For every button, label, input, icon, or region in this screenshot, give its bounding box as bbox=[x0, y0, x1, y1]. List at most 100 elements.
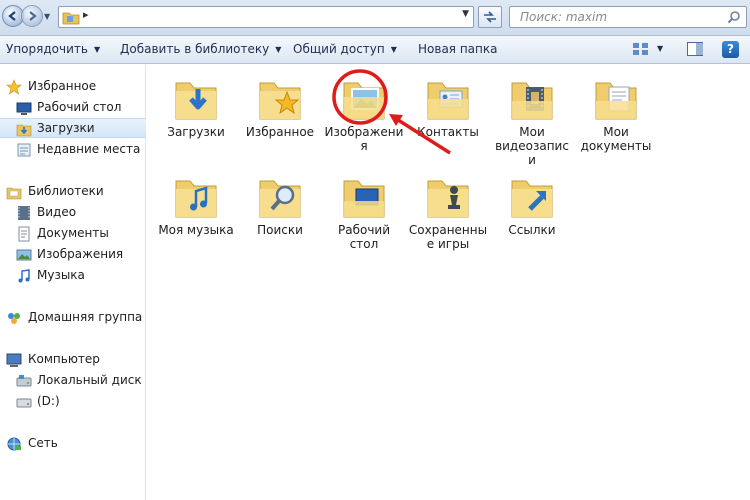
folder-label: Моя музыка bbox=[158, 223, 234, 237]
sidebar-item-music[interactable]: Музыка bbox=[0, 266, 146, 286]
folder-label: Рабочий стол bbox=[337, 223, 391, 251]
sidebar-item-downloads[interactable]: Загрузки bbox=[0, 118, 146, 138]
folder-item-links[interactable]: Ссылки bbox=[492, 173, 572, 237]
sidebar-item-label: Библиотеки bbox=[28, 184, 104, 198]
libraries-icon bbox=[6, 187, 22, 200]
folder-item-desktop[interactable]: Рабочий стол bbox=[324, 173, 404, 251]
sidebar-item-homegroup[interactable]: Домашняя группа bbox=[0, 308, 146, 328]
sidebar-item-label: Избранное bbox=[28, 79, 97, 93]
desktop-folder-icon bbox=[343, 180, 385, 218]
sidebar-item-drive-d[interactable]: (D:) bbox=[0, 392, 146, 412]
back-arrow-icon bbox=[8, 11, 16, 21]
share-label: Общий доступ bbox=[293, 42, 385, 56]
folder-label: Поиски bbox=[257, 223, 303, 237]
sidebar-item-network[interactable]: Сеть bbox=[0, 434, 146, 454]
path-separator-icon[interactable]: ▸ bbox=[83, 8, 89, 21]
network-icon bbox=[7, 437, 21, 451]
sidebar-item-pictures[interactable]: Изображения bbox=[0, 245, 146, 265]
sidebar-item-local-disk[interactable]: Локальный диск (C bbox=[0, 371, 146, 391]
sidebar-item-documents[interactable]: Документы bbox=[0, 224, 146, 244]
star-icon bbox=[6, 79, 22, 95]
forward-button[interactable] bbox=[21, 5, 43, 27]
folder-item-saved-games[interactable]: Сохраненные игры bbox=[408, 173, 488, 251]
searches-folder-icon bbox=[259, 180, 301, 218]
organize-label: Упорядочить bbox=[6, 42, 88, 56]
folder-item-documents[interactable]: Мои документы bbox=[576, 75, 656, 153]
search-input[interactable] bbox=[520, 10, 720, 24]
folder-label: Ссылки bbox=[508, 223, 556, 237]
view-options-dropdown[interactable]: ▼ bbox=[657, 44, 663, 53]
local-disk-icon bbox=[16, 375, 32, 387]
command-toolbar: Упорядочить ▼ Добавить в библиотеку ▼ Общи… bbox=[0, 36, 750, 64]
folder-label: Сохраненные игры bbox=[408, 223, 488, 251]
recent-pages-dropdown[interactable]: ▼ bbox=[44, 12, 50, 21]
folder-label: Мои видеозаписи bbox=[495, 125, 569, 167]
favorites-folder-icon bbox=[259, 82, 301, 120]
pictures-icon bbox=[16, 249, 32, 261]
folder-item-music[interactable]: Моя музыка bbox=[156, 173, 236, 237]
sidebar-item-label: Сеть bbox=[28, 436, 58, 450]
new-folder-button[interactable]: Новая папка bbox=[418, 42, 497, 56]
documents-icon bbox=[18, 226, 30, 242]
sidebar-item-label: Домашняя группа bbox=[28, 310, 143, 324]
file-list-area: Загрузки Избранное Изображения Контакты … bbox=[147, 65, 750, 500]
music-icon bbox=[18, 269, 30, 283]
chevron-down-icon: ▼ bbox=[390, 45, 397, 54]
folder-label: Изображения bbox=[324, 125, 404, 153]
sidebar-item-label: Локальный диск (C bbox=[37, 373, 146, 387]
folder-icon bbox=[62, 12, 80, 25]
refresh-icon bbox=[484, 11, 496, 23]
sidebar-item-label: Изображения bbox=[37, 247, 124, 261]
recent-places-icon bbox=[17, 143, 31, 157]
downloads-folder-icon bbox=[175, 82, 217, 120]
folder-label: Мои документы bbox=[580, 125, 652, 153]
add-to-library-label: Добавить в библиотеку bbox=[120, 42, 270, 56]
computer-icon bbox=[6, 353, 22, 367]
sidebar-item-label: Компьютер bbox=[28, 352, 100, 366]
documents-folder-icon bbox=[595, 82, 637, 120]
change-view-icon[interactable] bbox=[632, 42, 650, 57]
sidebar-item-libraries[interactable]: Библиотеки bbox=[0, 182, 146, 202]
folder-item-searches[interactable]: Поиски bbox=[240, 173, 320, 237]
sidebar-item-label: Рабочий стол bbox=[37, 100, 122, 114]
videos-folder-icon bbox=[511, 82, 553, 120]
path-dropdown[interactable]: ▼ bbox=[462, 9, 469, 19]
video-icon bbox=[18, 206, 30, 220]
organize-menu-button[interactable]: Упорядочить ▼ bbox=[6, 42, 100, 56]
folder-item-pictures[interactable]: Изображения bbox=[324, 75, 404, 153]
sidebar-item-label: Загрузки bbox=[37, 121, 95, 135]
folder-label: Избранное bbox=[245, 125, 315, 139]
sidebar-item-video[interactable]: Видео bbox=[0, 203, 146, 223]
preview-pane-icon[interactable] bbox=[687, 42, 703, 56]
chevron-down-icon: ▼ bbox=[93, 45, 101, 54]
search-icon[interactable] bbox=[727, 10, 741, 24]
sidebar-item-recent-places[interactable]: Недавние места bbox=[0, 140, 146, 160]
folder-item-favorites[interactable]: Избранное bbox=[240, 75, 320, 139]
homegroup-icon bbox=[8, 313, 20, 324]
search-box[interactable] bbox=[509, 6, 747, 28]
folder-item-downloads[interactable]: Загрузки bbox=[156, 75, 236, 139]
sidebar-item-label: Музыка bbox=[37, 268, 85, 282]
folder-item-contacts[interactable]: Контакты bbox=[408, 75, 488, 139]
address-bar: ▼ ▸ ▼ bbox=[0, 0, 750, 36]
address-path-box[interactable]: ▸ ▼ bbox=[58, 6, 474, 28]
sidebar-item-computer[interactable]: Компьютер bbox=[0, 350, 146, 370]
sidebar-item-label: Документы bbox=[37, 226, 109, 240]
help-button[interactable]: ? bbox=[722, 41, 739, 58]
sidebar-item-label: (D:) bbox=[37, 394, 60, 408]
desktop-icon bbox=[16, 102, 32, 115]
chevron-down-icon: ▼ bbox=[275, 45, 282, 54]
folder-label: Загрузки bbox=[167, 125, 225, 139]
refresh-button[interactable] bbox=[478, 6, 502, 28]
drive-icon bbox=[16, 398, 32, 408]
forward-arrow-icon bbox=[29, 11, 37, 21]
sidebar-item-label: Недавние места bbox=[37, 142, 141, 156]
music-folder-icon bbox=[175, 180, 217, 218]
folder-label: Контакты bbox=[417, 125, 479, 139]
folder-item-videos[interactable]: Мои видеозаписи bbox=[492, 75, 572, 167]
sidebar-item-desktop[interactable]: Рабочий стол bbox=[0, 98, 146, 118]
contacts-folder-icon bbox=[427, 82, 469, 120]
sidebar-item-favorites[interactable]: Избранное bbox=[0, 77, 146, 97]
add-to-library-button[interactable]: Добавить в библиотеку ▼ bbox=[120, 42, 281, 56]
share-button[interactable]: Общий доступ ▼ bbox=[293, 42, 397, 56]
